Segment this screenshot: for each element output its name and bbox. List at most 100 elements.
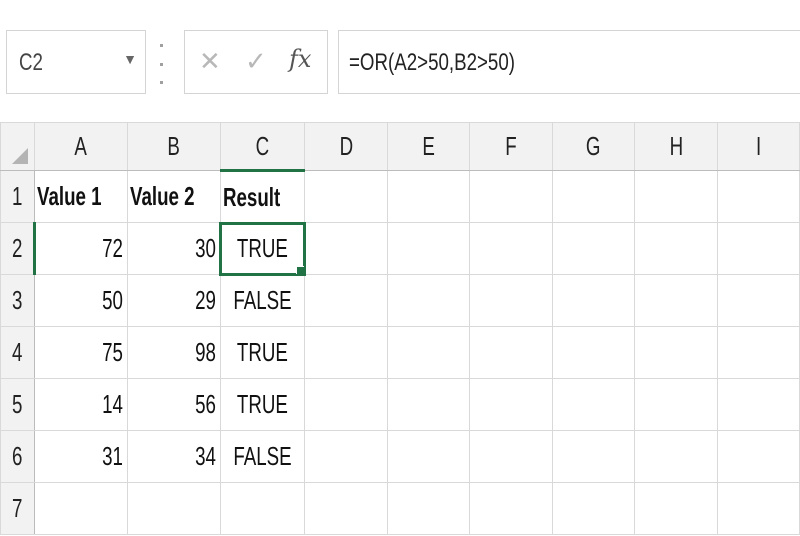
table-row: 1 Value 1 Value 2 Result bbox=[0, 170, 800, 223]
cell-i4[interactable] bbox=[716, 326, 800, 379]
cell-e2[interactable] bbox=[386, 222, 471, 275]
row-header-5[interactable]: 5 bbox=[0, 378, 36, 431]
column-header-b[interactable]: B bbox=[126, 122, 221, 171]
cell-c5[interactable]: TRUE bbox=[219, 378, 306, 431]
cell-g4[interactable] bbox=[551, 326, 636, 379]
cell-i5[interactable] bbox=[716, 378, 800, 431]
formula-text: =OR(A2>50,B2>50) bbox=[349, 49, 515, 76]
cell-a5[interactable]: 14 bbox=[34, 378, 128, 431]
cell-b5[interactable]: 56 bbox=[126, 378, 221, 431]
cell-d6[interactable] bbox=[304, 430, 388, 483]
chevron-down-icon[interactable]: ▼ bbox=[123, 51, 137, 67]
x-icon[interactable]: ✕ bbox=[199, 47, 221, 77]
cell-d5[interactable] bbox=[304, 378, 388, 431]
worksheet-grid: A B C D E F G H I 1 Value 1 Value 2 Resu… bbox=[0, 122, 800, 536]
column-header-i[interactable]: I bbox=[716, 122, 800, 171]
cell-d3[interactable] bbox=[304, 274, 388, 327]
table-row: 2 72 30 TRUE bbox=[0, 221, 800, 276]
cell-i6[interactable] bbox=[716, 430, 800, 483]
table-row: 3 50 29 FALSE bbox=[0, 274, 800, 327]
cell-d7[interactable] bbox=[304, 482, 388, 535]
cell-b3[interactable]: 29 bbox=[126, 274, 221, 327]
cell-b1[interactable]: Value 2 bbox=[126, 170, 221, 223]
fx-icon[interactable]: fx bbox=[289, 45, 311, 73]
cell-e4[interactable] bbox=[386, 326, 471, 379]
cell-c2[interactable]: TRUE bbox=[219, 221, 306, 276]
cell-d2[interactable] bbox=[304, 222, 388, 275]
cell-e1[interactable] bbox=[386, 170, 471, 223]
cell-f5[interactable] bbox=[469, 378, 553, 431]
column-header-g[interactable]: G bbox=[551, 122, 636, 171]
cell-a3[interactable]: 50 bbox=[34, 274, 128, 327]
table-row: 6 31 34 FALSE bbox=[0, 430, 800, 483]
cell-i3[interactable] bbox=[716, 274, 800, 327]
column-header-f[interactable]: F bbox=[469, 122, 553, 171]
table-row: 7 bbox=[0, 482, 800, 535]
column-header-a[interactable]: A bbox=[34, 122, 128, 171]
drag-handle-icon[interactable] bbox=[158, 44, 164, 84]
row-header-6[interactable]: 6 bbox=[0, 430, 36, 483]
cell-c7[interactable] bbox=[219, 482, 306, 535]
cell-b7[interactable] bbox=[126, 482, 221, 535]
cell-h5[interactable] bbox=[634, 378, 718, 431]
cell-f4[interactable] bbox=[469, 326, 553, 379]
formula-input[interactable]: =OR(A2>50,B2>50) bbox=[338, 30, 800, 94]
column-header-h[interactable]: H bbox=[634, 122, 718, 171]
cell-a1[interactable]: Value 1 bbox=[34, 170, 128, 223]
cell-g7[interactable] bbox=[551, 482, 636, 535]
cell-a2[interactable]: 72 bbox=[34, 222, 128, 275]
cell-a4[interactable]: 75 bbox=[34, 326, 128, 379]
select-all-button[interactable] bbox=[0, 122, 36, 171]
cell-d4[interactable] bbox=[304, 326, 388, 379]
cell-f1[interactable] bbox=[469, 170, 553, 223]
cell-h6[interactable] bbox=[634, 430, 718, 483]
cell-h7[interactable] bbox=[634, 482, 718, 535]
row-header-4[interactable]: 4 bbox=[0, 326, 36, 379]
column-header-d[interactable]: D bbox=[304, 122, 388, 171]
cell-h3[interactable] bbox=[634, 274, 718, 327]
row-header-2[interactable]: 2 bbox=[0, 222, 37, 275]
spreadsheet-table: A B C D E F G H I 1 Value 1 Value 2 Resu… bbox=[0, 122, 800, 535]
cell-h4[interactable] bbox=[634, 326, 718, 379]
cell-h2[interactable] bbox=[634, 222, 718, 275]
name-box[interactable]: C2 ▼ bbox=[6, 30, 146, 94]
table-row: 4 75 98 TRUE bbox=[0, 326, 800, 379]
cell-b2[interactable]: 30 bbox=[126, 222, 221, 275]
cell-f6[interactable] bbox=[469, 430, 553, 483]
row-header-3[interactable]: 3 bbox=[0, 274, 36, 327]
cell-g2[interactable] bbox=[551, 222, 636, 275]
cell-e6[interactable] bbox=[386, 430, 471, 483]
cell-d1[interactable] bbox=[304, 170, 388, 223]
cell-b6[interactable]: 34 bbox=[126, 430, 221, 483]
fill-handle[interactable] bbox=[296, 266, 304, 274]
formula-bar-area: C2 ▼ ✕ ✓ fx =OR(A2>50,B2>50) bbox=[0, 0, 800, 122]
column-header-c[interactable]: C bbox=[219, 122, 306, 172]
table-row: 5 14 56 TRUE bbox=[0, 378, 800, 431]
cell-c1[interactable]: Result bbox=[219, 170, 306, 223]
cell-c6[interactable]: FALSE bbox=[219, 430, 306, 483]
cell-f3[interactable] bbox=[469, 274, 553, 327]
cell-f2[interactable] bbox=[469, 222, 553, 275]
cell-h1[interactable] bbox=[634, 170, 718, 223]
cell-g3[interactable] bbox=[551, 274, 636, 327]
cell-a7[interactable] bbox=[34, 482, 128, 535]
cell-a6[interactable]: 31 bbox=[34, 430, 128, 483]
row-header-7[interactable]: 7 bbox=[0, 482, 36, 535]
cell-c4[interactable]: TRUE bbox=[219, 326, 306, 379]
cell-e5[interactable] bbox=[386, 378, 471, 431]
name-box-value: C2 bbox=[19, 49, 43, 76]
cell-e3[interactable] bbox=[386, 274, 471, 327]
cell-c3[interactable]: FALSE bbox=[219, 274, 306, 327]
column-header-e[interactable]: E bbox=[386, 122, 471, 171]
cell-f7[interactable] bbox=[469, 482, 553, 535]
row-header-1[interactable]: 1 bbox=[0, 170, 36, 223]
cell-g6[interactable] bbox=[551, 430, 636, 483]
cell-g5[interactable] bbox=[551, 378, 636, 431]
cell-g1[interactable] bbox=[551, 170, 636, 223]
cell-i2[interactable] bbox=[716, 222, 800, 275]
cell-e7[interactable] bbox=[386, 482, 471, 535]
cell-i7[interactable] bbox=[716, 482, 800, 535]
cell-i1[interactable] bbox=[716, 170, 800, 223]
check-icon[interactable]: ✓ bbox=[245, 47, 267, 77]
cell-b4[interactable]: 98 bbox=[126, 326, 221, 379]
